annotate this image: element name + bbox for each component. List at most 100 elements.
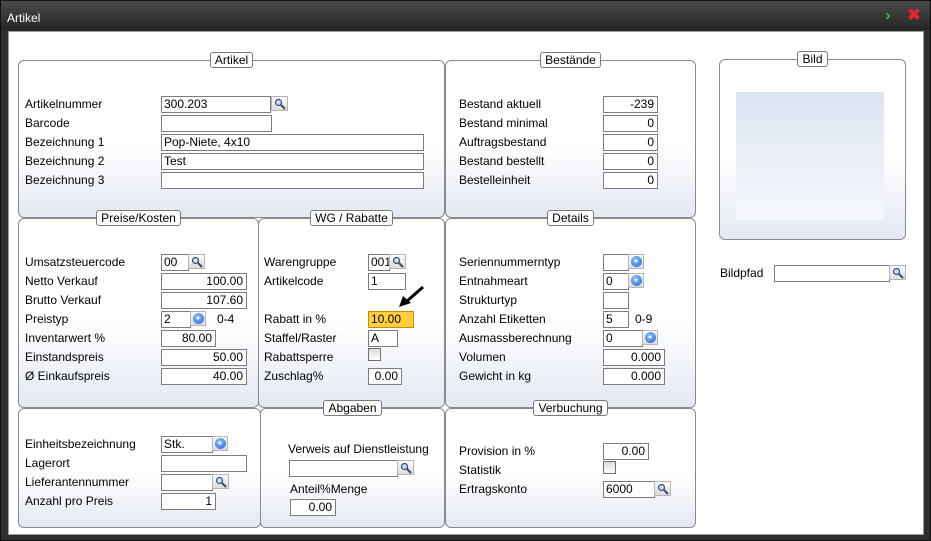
preistyp-field[interactable]: 2 [161, 311, 191, 328]
staffel-raster-field[interactable]: A [368, 330, 398, 347]
einkaufspreis-field[interactable]: 40.00 [161, 368, 247, 385]
seriennummerntyp-dropdown-button[interactable] [628, 254, 644, 269]
anzahl-pro-preis-field[interactable]: 1 [161, 493, 216, 510]
zuschlag-label: Zuschlag% [264, 369, 324, 383]
group-title-details: Details [547, 210, 594, 226]
bildpfad-label: Bildpfad [720, 266, 764, 280]
seriennummerntyp-label: Seriennummerntyp [459, 255, 561, 269]
search-icon [191, 256, 203, 268]
lieferantennummer-field[interactable] [161, 474, 213, 491]
group-title-bestaende: Bestände [540, 52, 601, 68]
netto-verkauf-field[interactable]: 100.00 [161, 273, 247, 290]
artikelnummer-field[interactable]: 300.203 [161, 96, 271, 113]
bestand-bestellt-field[interactable]: 0 [603, 153, 658, 170]
search-icon [392, 256, 404, 268]
seriennummerntyp-field[interactable] [603, 254, 629, 271]
group-title-preise-kosten: Preise/Kosten [96, 210, 181, 226]
bestelleinheit-label: Bestelleinheit [459, 173, 531, 187]
article-image [736, 92, 884, 220]
title-bar: Artikel › ✖ [1, 1, 930, 30]
entnahmeart-label: Entnahmeart [459, 274, 528, 288]
einheitsbezeichnung-label: Einheitsbezeichnung [25, 437, 136, 451]
search-icon [274, 98, 286, 110]
auftragsbestand-field[interactable]: 0 [603, 134, 658, 151]
netto-verkauf-label: Netto Verkauf [25, 274, 98, 288]
bezeichnung2-field[interactable]: Test [161, 153, 424, 170]
artikelnummer-label: Artikelnummer [25, 97, 103, 111]
umsatzsteuercode-field[interactable]: 00 [161, 254, 189, 271]
inventarwert-field[interactable]: 80.00 [161, 330, 216, 347]
strukturtyp-label: Strukturtyp [459, 293, 518, 307]
artikelnummer-search-button[interactable] [271, 96, 288, 111]
bezeichnung1-field[interactable]: Pop-Niete, 4x10 [161, 134, 424, 151]
anzahl-etiketten-field[interactable]: 5 [603, 311, 629, 328]
lagerort-field[interactable] [161, 455, 247, 472]
rabatt-label: Rabatt in % [264, 312, 327, 326]
warengruppe-search-button[interactable] [389, 254, 406, 269]
strukturtyp-field[interactable] [603, 292, 629, 309]
rabattsperre-label: Rabattsperre [264, 350, 334, 364]
group-wg-rabatte: WG / Rabatte Warengruppe 001 Artikelcode… [258, 210, 445, 408]
ertragskonto-field[interactable]: 6000 [603, 481, 655, 498]
verweis-dienstleistung-field[interactable] [289, 460, 398, 477]
verweis-search-button[interactable] [397, 460, 414, 475]
group-title-wg-rabatte: WG / Rabatte [310, 210, 393, 226]
rabatt-field[interactable]: 10.00 [368, 311, 414, 328]
group-artikel: Artikel Artikelnummer 300.203 Barcode Be… [18, 52, 445, 218]
ausmassberechnung-field[interactable]: 0 [603, 330, 643, 347]
window-title: Artikel [7, 11, 41, 25]
barcode-field[interactable] [161, 115, 272, 132]
form-area: Artikel Artikelnummer 300.203 Barcode Be… [8, 31, 924, 535]
chevron-down-icon [645, 332, 656, 343]
preistyp-label: Preistyp [25, 312, 69, 326]
bildpfad-field[interactable] [774, 265, 890, 282]
close-icon: ✖ [907, 7, 921, 24]
artikelcode-label: Artikelcode [264, 274, 324, 288]
ausmassberechnung-dropdown-button[interactable] [642, 330, 658, 345]
search-icon [657, 483, 669, 495]
umsatzsteuercode-search-button[interactable] [188, 254, 205, 269]
bildpfad-search-button[interactable] [889, 265, 906, 280]
bestelleinheit-field[interactable]: 0 [603, 172, 658, 189]
group-title-verbuchung: Verbuchung [533, 400, 608, 416]
search-icon [400, 462, 412, 474]
preistyp-dropdown-button[interactable] [190, 311, 206, 326]
bezeichnung3-field[interactable] [161, 172, 424, 189]
group-title-abgaben: Abgaben [323, 400, 382, 416]
rabattsperre-checkbox[interactable] [368, 348, 381, 361]
gewicht-field[interactable]: 0.000 [603, 368, 665, 385]
volumen-label: Volumen [459, 350, 506, 364]
ertragskonto-search-button[interactable] [654, 481, 671, 496]
statistik-label: Statistik [459, 463, 502, 477]
next-record-button[interactable]: › [881, 8, 895, 23]
bestand-minimal-field[interactable]: 0 [603, 115, 658, 132]
anzahl-etiketten-label: Anzahl Etiketten [459, 312, 546, 326]
group-lager: Einheitsbezeichnung Stk. Lagerort Liefer… [18, 408, 261, 528]
statistik-checkbox[interactable] [603, 461, 616, 474]
warengruppe-field[interactable]: 001 [368, 254, 390, 271]
zuschlag-field[interactable]: 0.00 [368, 368, 402, 385]
group-details: Details Seriennummerntyp Entnahmeart 0 S… [445, 210, 696, 408]
bestand-aktuell-field[interactable]: -239 [603, 96, 658, 113]
anteil-menge-field[interactable]: 0.00 [290, 499, 336, 516]
warengruppe-label: Warengruppe [264, 255, 337, 269]
entnahmeart-dropdown-button[interactable] [628, 273, 644, 288]
provision-field[interactable]: 0.00 [603, 443, 649, 460]
entnahmeart-field[interactable]: 0 [603, 273, 629, 290]
volumen-field[interactable]: 0.000 [603, 349, 665, 366]
anteil-menge-label: Anteil%Menge [290, 482, 368, 496]
group-title-bild: Bild [797, 51, 828, 67]
anzahl-pro-preis-label: Anzahl pro Preis [25, 494, 114, 508]
einstandspreis-field[interactable]: 50.00 [161, 349, 247, 366]
ausmassberechnung-label: Ausmassberechnung [459, 331, 572, 345]
bezeichnung2-label: Bezeichnung 2 [25, 154, 105, 168]
chevron-down-icon [631, 256, 642, 267]
lieferantennummer-search-button[interactable] [212, 474, 229, 489]
group-bestaende: Bestände Bestand aktuell -239 Bestand mi… [445, 52, 696, 218]
close-button[interactable]: ✖ [906, 8, 922, 24]
lieferantennummer-label: Lieferantennummer [25, 475, 130, 489]
einheitsbezeichnung-dropdown-button[interactable] [212, 436, 228, 451]
gewicht-label: Gewicht in kg [459, 369, 532, 383]
einheitsbezeichnung-field[interactable]: Stk. [161, 436, 213, 453]
brutto-verkauf-field[interactable]: 107.60 [161, 292, 247, 309]
